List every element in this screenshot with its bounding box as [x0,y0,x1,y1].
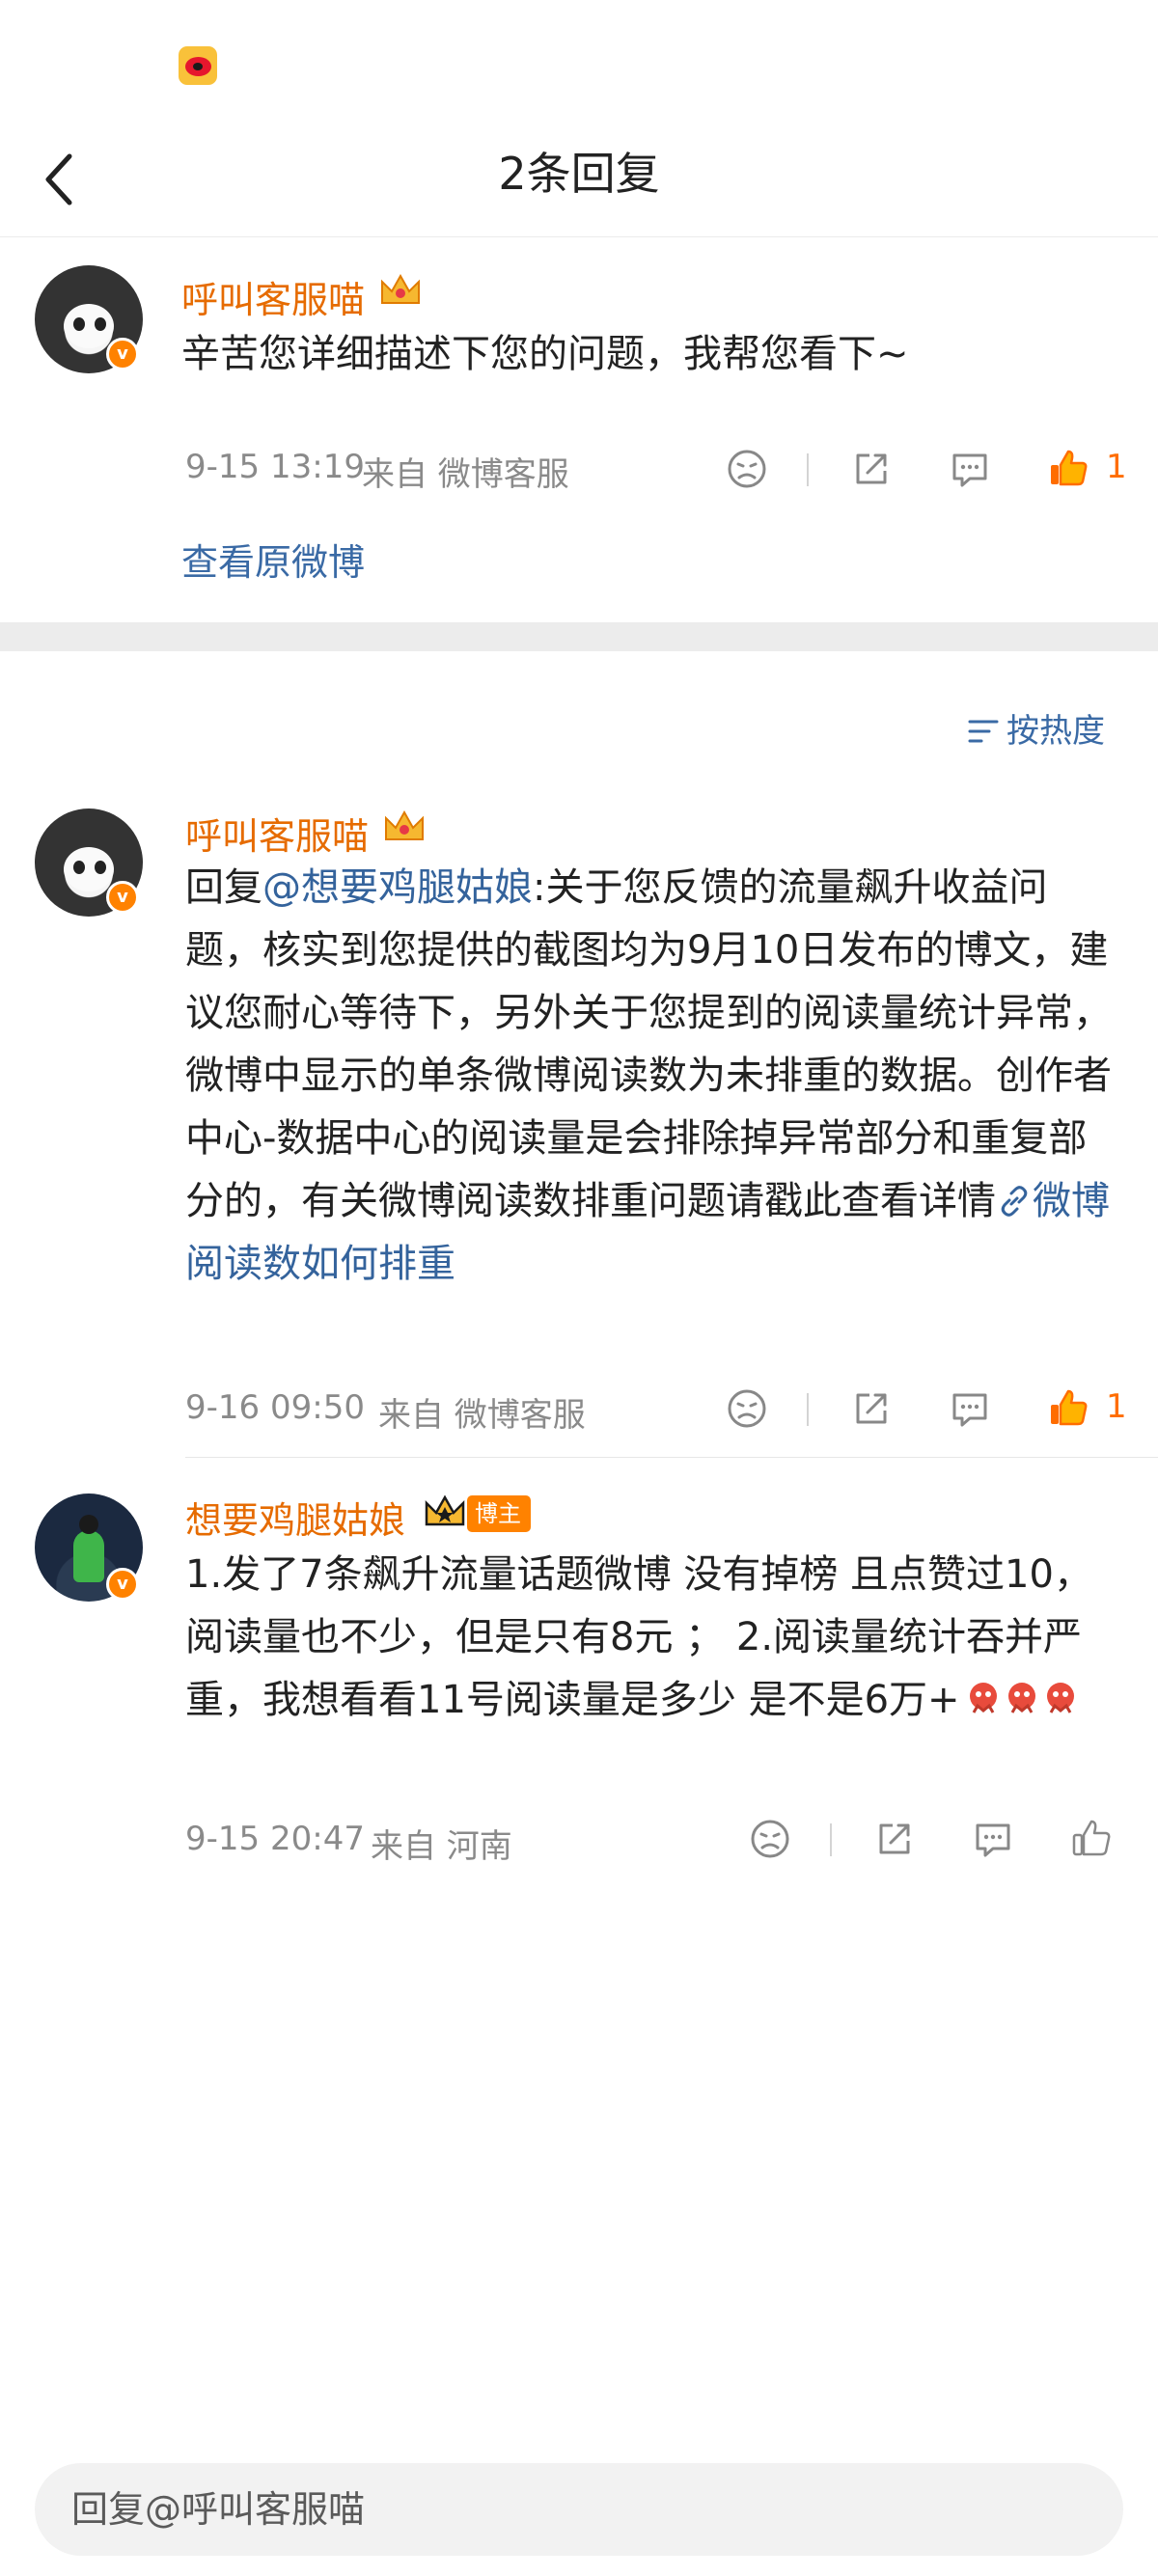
emoji-icon [1046,1683,1074,1713]
reply-text: 回复@想要鸡腿姑娘:关于您反馈的流量飙升收益问题，核实到您提供的截图均为9月10… [185,857,1121,1296]
verified-badge-icon: v [106,881,139,914]
crown-icon [381,273,420,304]
comment-source: 来自 微博客服 [362,455,569,494]
link-icon [1001,1186,1028,1217]
reply-text: 1.发了7条飙升流量话题微博 没有掉榜 且点赞过10，阅读量也不少，但是只有8元… [185,1544,1121,1732]
sort-label: 按热度 [1006,712,1105,751]
comment-icon[interactable] [949,448,991,490]
share-icon[interactable] [873,1818,916,1860]
reply-source: 来自 微博客服 [378,1396,586,1435]
dislike-icon[interactable] [749,1818,791,1860]
reply-source: 来自 河南 [371,1827,512,1866]
share-icon[interactable] [850,1387,893,1430]
dislike-icon[interactable] [726,1387,768,1430]
crown-icon [385,809,424,840]
like-icon[interactable] [1047,1387,1089,1430]
reply-body: 1.发了7条飙升流量话题微博 没有掉榜 且点赞过10，阅读量也不少，但是只有8元… [185,1552,1092,1722]
comment-timestamp: 9-15 13:19 [185,448,365,486]
emoji-icon [1007,1683,1035,1713]
reply-timestamp: 9-15 20:47 [185,1820,365,1858]
view-original-link[interactable]: 查看原微博 [181,533,365,586]
action-divider [830,1823,832,1856]
reply-separator [185,1457,1158,1458]
back-button[interactable] [29,145,96,212]
like-icon[interactable] [1070,1818,1113,1860]
reply-input[interactable]: 回复@呼叫客服喵 [35,2463,1123,2556]
comment-text: 辛苦您详细描述下您的问题，我帮您看下~ [181,332,909,376]
reply-input-placeholder: 回复@呼叫客服喵 [71,2488,366,2531]
dislike-icon[interactable] [726,448,768,490]
like-count: 1 [1106,448,1127,486]
reply-username[interactable]: 想要鸡腿姑娘 [185,1491,405,1544]
page-title: 2条回复 [498,148,660,200]
weibo-logo-icon [179,46,217,85]
nav-bar: 2条回复 [0,125,1158,237]
status-bar [0,0,1158,125]
blogger-badge: 博主 [467,1495,531,1532]
share-icon[interactable] [850,448,893,490]
comment-icon[interactable] [972,1818,1014,1860]
verified-badge-icon: v [106,338,139,370]
reply-username[interactable]: 呼叫客服喵 [185,807,369,860]
emoji-icon [969,1683,997,1713]
like-icon[interactable] [1047,448,1089,490]
sort-button[interactable]: 按热度 [968,704,1105,752]
crown-icon [425,1494,465,1526]
action-divider [807,453,809,486]
section-divider [0,622,1158,651]
back-icon [45,153,72,206]
reply-body: :关于您反馈的流量飙升收益问题，核实到您提供的截图均为9月10日发布的博文，建议… [185,865,1112,1223]
mention-link[interactable]: @想要鸡腿姑娘 [262,865,533,910]
reply-prefix: 回复 [185,865,262,910]
action-divider [807,1393,809,1426]
comment-username[interactable]: 呼叫客服喵 [181,270,365,323]
sort-icon [968,720,999,743]
like-count: 1 [1106,1387,1127,1426]
verified-badge-icon: v [106,1568,139,1601]
comment-icon[interactable] [949,1387,991,1430]
reply-timestamp: 9-16 09:50 [185,1388,365,1427]
